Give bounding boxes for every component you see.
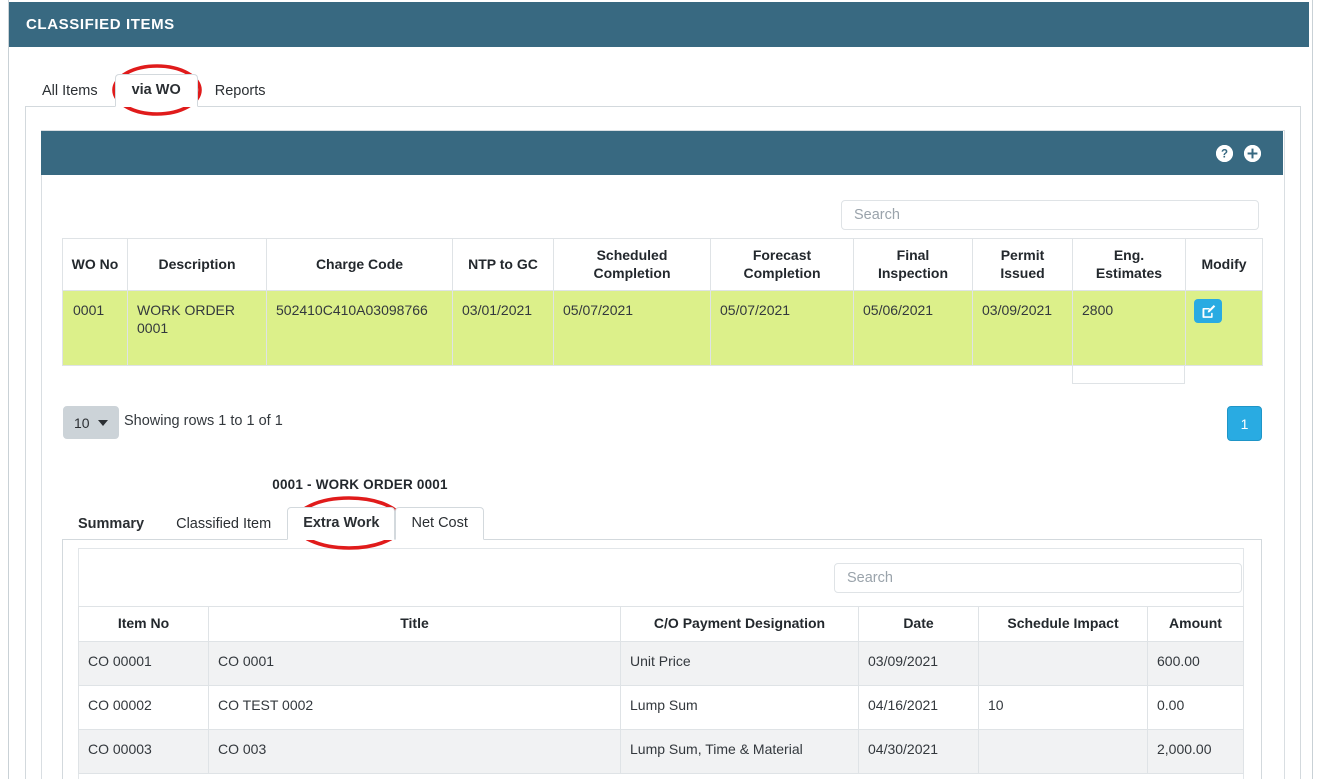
table-row[interactable]: CO 00003 CO 003 Lump Sum, Time & Materia…	[78, 728, 1244, 774]
work-order-subtitle: 0001 - WORK ORDER 0001	[272, 477, 448, 492]
col-scheduled-completion[interactable]: Scheduled Completion	[553, 238, 711, 291]
showing-rows-label: Showing rows 1 to 1 of 1	[124, 413, 283, 429]
cell-scheduled-completion: 05/07/2021	[553, 290, 711, 366]
table-row[interactable]: CO 00002 CO TEST 0002 Lump Sum 04/16/202…	[78, 684, 1244, 730]
search-input[interactable]	[841, 200, 1259, 230]
page-title: CLASSIFIED ITEMS	[26, 16, 175, 33]
cell-amount: 600.00	[1147, 640, 1244, 686]
cell-title: CO TEST 0002	[208, 684, 621, 730]
col-date[interactable]: Date	[858, 606, 979, 642]
svg-text:?: ?	[1221, 148, 1228, 160]
col-wo-no[interactable]: WO No	[62, 238, 128, 291]
col-description[interactable]: Description	[127, 238, 267, 291]
cell-schedule-impact	[978, 728, 1148, 774]
cell-charge-code: 502410C410A03098766	[266, 290, 453, 366]
cell-description: WORK ORDER 0001	[127, 290, 267, 366]
col-charge-code[interactable]: Charge Code	[266, 238, 453, 291]
wo-card-header: ?	[41, 131, 1283, 175]
col-title[interactable]: Title	[208, 606, 621, 642]
chevron-down-icon	[97, 419, 108, 426]
tab-reports[interactable]: Reports	[198, 75, 283, 108]
cell-date: 04/16/2021	[858, 684, 979, 730]
col-schedule-impact[interactable]: Schedule Impact	[978, 606, 1148, 642]
cell-modify	[1185, 290, 1263, 366]
cell-item-no: CO 00003	[78, 728, 209, 774]
subtab-extra-work[interactable]: Extra Work	[287, 506, 396, 540]
cell-date: 03/09/2021	[858, 640, 979, 686]
cell-schedule-impact: 10	[978, 684, 1148, 730]
col-amount[interactable]: Amount	[1147, 606, 1244, 642]
col-co-payment-designation[interactable]: C/O Payment Designation	[620, 606, 859, 642]
table-row[interactable]: CO 00001 CO 0001 Unit Price 03/09/2021 6…	[78, 640, 1244, 686]
cell-item-no: CO 00001	[78, 640, 209, 686]
col-ntp-to-gc[interactable]: NTP to GC	[452, 238, 554, 291]
col-final-inspection[interactable]: Final Inspection	[853, 238, 973, 291]
cell-wo-no: 0001	[62, 290, 128, 366]
col-item-no[interactable]: Item No	[78, 606, 209, 642]
table-overflow-cell	[1072, 366, 1185, 384]
pagination-page-1[interactable]: 1	[1227, 406, 1262, 441]
cell-forecast-completion: 05/07/2021	[710, 290, 854, 366]
extra-work-search-input[interactable]	[834, 563, 1242, 593]
col-eng-estimates[interactable]: Eng. Estimates	[1072, 238, 1186, 291]
primary-tabstrip: All Items via WO Reports	[25, 72, 1301, 107]
cell-title: CO 0001	[208, 640, 621, 686]
cell-ntp-to-gc: 03/01/2021	[452, 290, 554, 366]
col-forecast-completion[interactable]: Forecast Completion	[710, 238, 854, 291]
cell-designation: Unit Price	[620, 640, 859, 686]
add-icon[interactable]	[1244, 144, 1261, 162]
work-order-table: WO No Description Charge Code NTP to GC …	[62, 238, 1263, 366]
subtab-classified-item[interactable]: Classified Item	[160, 508, 287, 541]
tab-all-items[interactable]: All Items	[25, 75, 115, 108]
cell-date: 04/30/2021	[858, 728, 979, 774]
table-row[interactable]: 0001 WORK ORDER 0001 502410C410A03098766…	[62, 290, 1263, 366]
subtab-net-cost[interactable]: Net Cost	[395, 506, 484, 540]
app-header: CLASSIFIED ITEMS	[9, 2, 1309, 47]
cell-designation: Lump Sum, Time & Material	[620, 728, 859, 774]
cell-title: CO 003	[208, 728, 621, 774]
table-header-row: WO No Description Charge Code NTP to GC …	[62, 238, 1263, 291]
col-permit-issued[interactable]: Permit Issued	[972, 238, 1073, 291]
col-modify: Modify	[1185, 238, 1263, 291]
help-icon[interactable]: ?	[1216, 144, 1233, 162]
page-size-select[interactable]: 10	[63, 406, 119, 439]
extra-work-table: Item No Title C/O Payment Designation Da…	[78, 606, 1244, 774]
cell-designation: Lump Sum	[620, 684, 859, 730]
cell-amount: 0.00	[1147, 684, 1244, 730]
cell-amount: 2,000.00	[1147, 728, 1244, 774]
cell-schedule-impact	[978, 640, 1148, 686]
cell-permit-issued: 03/09/2021	[972, 290, 1073, 366]
cell-item-no: CO 00002	[78, 684, 209, 730]
tab-via-wo[interactable]: via WO	[114, 73, 198, 107]
table-header-row: Item No Title C/O Payment Designation Da…	[78, 606, 1244, 642]
page-size-value: 10	[74, 414, 90, 431]
sub-tabstrip: Summary Classified Item Extra Work Net C…	[62, 504, 1262, 541]
subtab-summary[interactable]: Summary	[62, 508, 160, 541]
edit-icon[interactable]	[1194, 299, 1222, 323]
cell-eng-estimates: 2800	[1072, 290, 1186, 366]
cell-final-inspection: 05/06/2021	[853, 290, 973, 366]
